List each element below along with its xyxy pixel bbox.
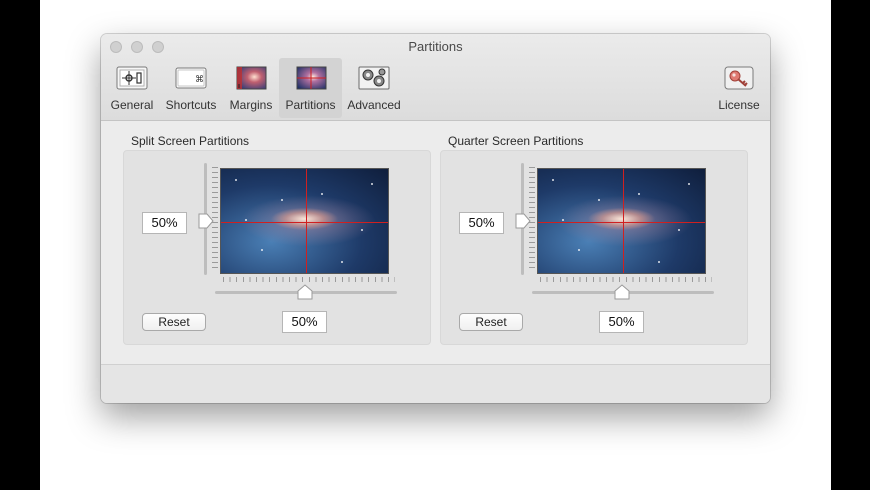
tab-general-label: General bbox=[110, 98, 154, 112]
tab-general[interactable]: General bbox=[106, 58, 158, 118]
gears-icon bbox=[358, 66, 390, 90]
window-title: Partitions bbox=[408, 39, 463, 54]
split-vertical-value[interactable]: 50% bbox=[142, 212, 187, 234]
tab-shortcuts-label: Shortcuts bbox=[165, 98, 217, 112]
quarter-horizontal-slider-knob[interactable] bbox=[614, 284, 630, 300]
quarter-preview-image bbox=[537, 168, 706, 274]
tab-license[interactable]: License bbox=[713, 58, 765, 118]
split-horizontal-slider-knob[interactable] bbox=[297, 284, 313, 300]
quarter-vertical-partition-line bbox=[623, 169, 624, 273]
tab-partitions-label: Partitions bbox=[285, 98, 336, 112]
window-bottom-bar bbox=[101, 364, 770, 403]
split-horizontal-value[interactable]: 50% bbox=[282, 311, 327, 333]
key-icon bbox=[723, 66, 755, 90]
quarter-panel: 50% Reset 50% bbox=[440, 150, 748, 345]
split-vertical-partition-line bbox=[306, 169, 307, 273]
quarter-vertical-slider-knob[interactable] bbox=[515, 213, 531, 229]
split-preview-image bbox=[220, 168, 389, 274]
quarter-section-title: Quarter Screen Partitions bbox=[448, 134, 584, 148]
quarter-horizontal-ticks bbox=[540, 277, 712, 282]
tab-license-label: License bbox=[718, 98, 760, 112]
general-icon bbox=[116, 66, 148, 90]
split-panel: 50% Reset 50% bbox=[123, 150, 431, 345]
split-vertical-slider-knob[interactable] bbox=[198, 213, 214, 229]
quarter-reset-button[interactable]: Reset bbox=[459, 313, 523, 331]
tab-partitions[interactable]: Partitions bbox=[279, 58, 342, 118]
tab-advanced-label: Advanced bbox=[347, 98, 401, 112]
quarter-horizontal-partition-line bbox=[538, 222, 705, 223]
keyboard-icon: ⌘ bbox=[175, 66, 207, 90]
quarter-vertical-value[interactable]: 50% bbox=[459, 212, 504, 234]
quarter-horizontal-value[interactable]: 50% bbox=[599, 311, 644, 333]
partitions-content: Split Screen Partitions 50% Reset 50% Qu… bbox=[101, 121, 770, 361]
tab-advanced[interactable]: Advanced bbox=[344, 58, 404, 118]
preferences-window: Partitions General ⌘ Shortcuts Margins P… bbox=[101, 34, 770, 403]
titlebar: Partitions General ⌘ Shortcuts Margins P… bbox=[101, 34, 770, 121]
split-section-title: Split Screen Partitions bbox=[131, 134, 250, 148]
tab-margins-label: Margins bbox=[229, 98, 273, 112]
split-reset-button[interactable]: Reset bbox=[142, 313, 206, 331]
margins-icon bbox=[235, 66, 267, 90]
partitions-icon bbox=[295, 66, 327, 90]
split-horizontal-ticks bbox=[223, 277, 395, 282]
tab-margins[interactable]: Margins bbox=[225, 58, 277, 118]
tab-shortcuts[interactable]: ⌘ Shortcuts bbox=[160, 58, 222, 118]
svg-text:⌘: ⌘ bbox=[195, 75, 204, 85]
split-horizontal-partition-line bbox=[221, 222, 388, 223]
